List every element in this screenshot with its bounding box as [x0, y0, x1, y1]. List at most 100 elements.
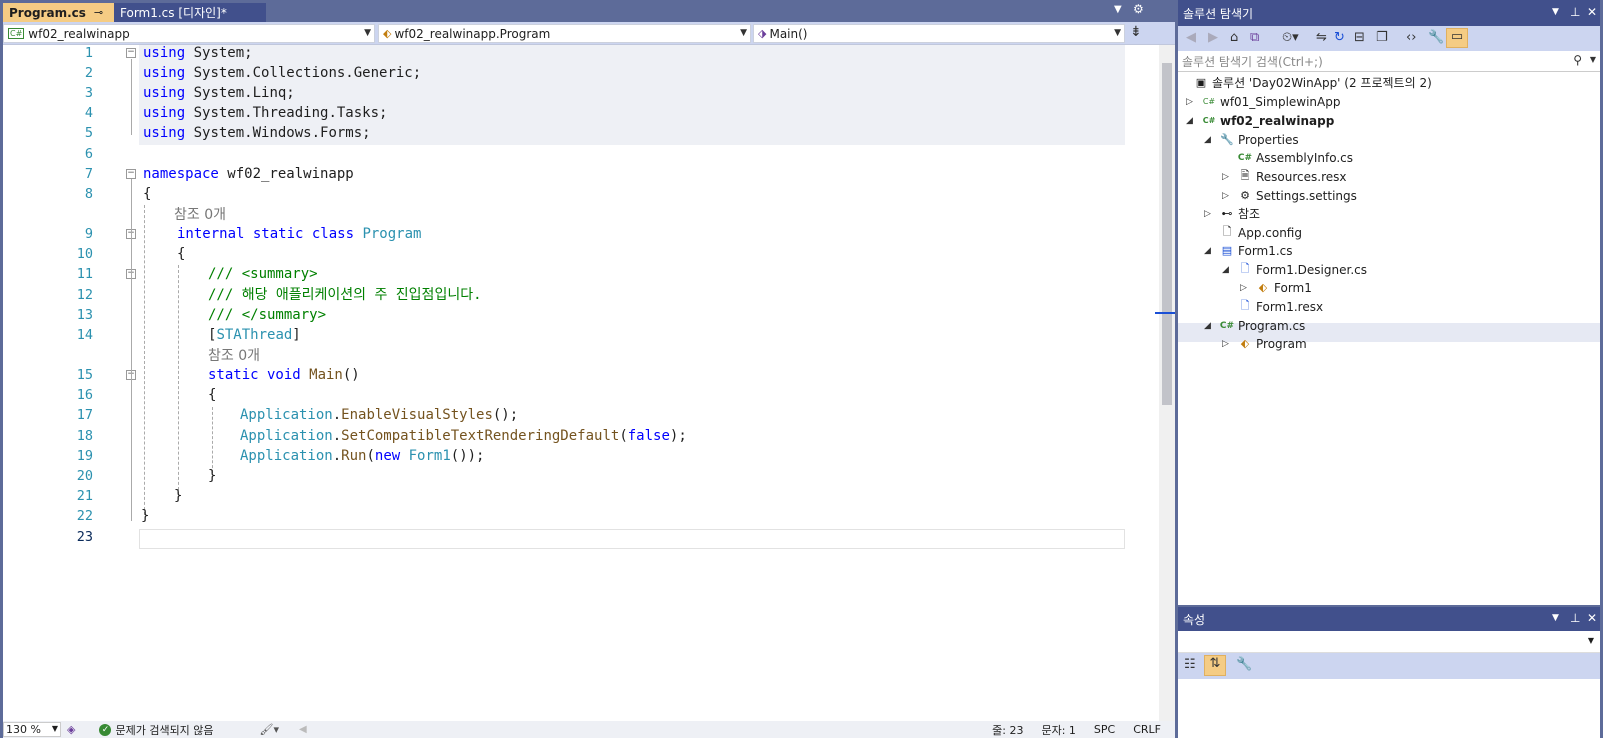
line-indicator[interactable]: 줄: 23: [992, 722, 1023, 738]
tree-item-form1-class[interactable]: ▷ ⬖ Form1: [1240, 278, 1312, 297]
refresh-icon[interactable]: ↻: [1334, 30, 1345, 45]
expand-icon[interactable]: ▷: [1240, 283, 1254, 293]
collapse-icon[interactable]: ◢: [1204, 135, 1218, 145]
wrench-icon[interactable]: 🔧: [1428, 30, 1444, 45]
code-line-17: Application.EnableVisualStyles();: [240, 407, 519, 423]
chevron-down-icon[interactable]: ▼: [1552, 613, 1559, 623]
properties-object-combo[interactable]: ▼: [1178, 631, 1600, 653]
search-icon[interactable]: ⚲: [1573, 53, 1582, 67]
panel-title: 속성: [1183, 612, 1206, 627]
tab-form1-designer[interactable]: Form1.cs [디자인]*: [114, 3, 266, 22]
csharp-file-icon: C#: [1219, 320, 1235, 331]
solution-search-input[interactable]: 솔루션 탐색기 검색(Ctrl+;) ⚲ ▼: [1178, 51, 1600, 72]
tab-label: Program.cs: [9, 5, 86, 20]
scrollbar-thumb[interactable]: [1162, 63, 1172, 405]
gear-icon[interactable]: ⚙: [1133, 2, 1144, 16]
search-placeholder: 솔루션 탐색기 검색(Ctrl+;): [1182, 54, 1323, 69]
collapse-icon[interactable]: ◢: [1204, 246, 1218, 256]
chevron-down-icon: ▼: [51, 724, 58, 733]
issues-status[interactable]: 문제가 검색되지 않음: [115, 722, 213, 738]
cleanup-icon[interactable]: 🖌▾: [260, 723, 280, 736]
reference-count-link[interactable]: 참조 0개: [208, 345, 260, 365]
line-number: 4: [84, 105, 93, 121]
tree-item-wf01[interactable]: ▷ C# wf01_SimplewinApp: [1186, 92, 1340, 111]
line-number: 2: [84, 65, 93, 81]
expand-icon[interactable]: ▷: [1222, 339, 1236, 349]
code-file-icon: 🗋: [1240, 262, 1250, 275]
collapse-all-icon[interactable]: ⊟: [1354, 30, 1365, 45]
tab-program-cs[interactable]: Program.cs ⊸ ✕: [3, 3, 123, 22]
forward-icon[interactable]: ▶: [1208, 30, 1218, 45]
line-ending-indicator[interactable]: CRLF: [1133, 723, 1161, 736]
pin-icon[interactable]: ⊥: [1570, 611, 1580, 625]
project-combo[interactable]: C# wf02_realwinapp ▼: [3, 24, 375, 43]
scroll-left-icon[interactable]: ◀: [299, 724, 307, 735]
line-number: 17: [76, 407, 93, 423]
column-indicator[interactable]: 문자: 1: [1041, 722, 1075, 738]
sync-icon[interactable]: ⇋: [1316, 30, 1327, 45]
line-number: 22: [76, 508, 93, 524]
vertical-scrollbar[interactable]: [1155, 45, 1175, 721]
collapse-icon[interactable]: ◢: [1186, 116, 1200, 126]
categorized-icon[interactable]: ☷: [1184, 657, 1196, 672]
pin-icon[interactable]: ⊥: [1570, 5, 1580, 19]
tree-item-program-cs[interactable]: ◢ C# Program.cs: [1204, 316, 1305, 335]
member-combo[interactable]: ⬗ Main() ▼: [753, 24, 1125, 43]
solution-explorer-title-bar: 솔루션 탐색기 ▼ ⊥ ✕: [1178, 0, 1600, 26]
tree-item-form1-designer[interactable]: ◢ 🗋 Form1.Designer.cs: [1222, 260, 1367, 279]
code-line-18: Application.SetCompatibleTextRenderingDe…: [240, 428, 687, 444]
zoom-combo[interactable]: 130 % ▼: [3, 722, 61, 737]
collapse-icon[interactable]: ◢: [1204, 321, 1218, 331]
line-number: 13: [76, 307, 93, 323]
code-line-9: internal static class Program: [177, 226, 422, 242]
collapse-icon[interactable]: −: [126, 48, 136, 58]
tree-item-properties[interactable]: ◢ 🔧 Properties: [1204, 130, 1299, 149]
close-icon[interactable]: ✕: [1587, 611, 1597, 625]
pending-changes-icon[interactable]: ⏲▾: [1282, 30, 1299, 45]
chevron-down-icon[interactable]: ▼: [1552, 7, 1559, 17]
tree-item-form1-resx[interactable]: 🗋 Form1.resx: [1222, 297, 1324, 316]
whitespace-indicator[interactable]: SPC: [1094, 723, 1115, 736]
tree-item-resources[interactable]: ▷ 🗎 Resources.resx: [1222, 167, 1347, 186]
view-code-icon[interactable]: ‹›: [1406, 30, 1416, 45]
close-icon[interactable]: ✕: [1587, 5, 1597, 19]
expand-icon[interactable]: ▷: [1222, 191, 1236, 201]
home-icon[interactable]: ⌂: [1230, 30, 1238, 45]
split-window-icon[interactable]: ⇟: [1130, 24, 1142, 40]
class-combo[interactable]: ⬖ wf02_realwinapp.Program ▼: [378, 24, 751, 43]
caret-position-marker: [1155, 312, 1175, 314]
copilot-icon[interactable]: ◈: [67, 723, 75, 736]
tree-solution[interactable]: ▣ 솔루션 'Day02WinApp' (2 프로젝트의 2): [1192, 73, 1432, 92]
tree-item-references[interactable]: ▷ ⊷ 참조: [1204, 204, 1260, 223]
back-icon[interactable]: ◀: [1186, 30, 1196, 45]
code-line-11: /// <summary>: [208, 266, 318, 282]
collapse-icon[interactable]: −: [126, 169, 136, 179]
line-number-current: 23: [76, 529, 93, 545]
tree-item-settings[interactable]: ▷ ⚙ Settings.settings: [1222, 186, 1357, 205]
chevron-down-icon[interactable]: ▼: [1590, 55, 1596, 64]
expand-icon[interactable]: ▷: [1204, 209, 1218, 219]
code-line-1: using System;: [143, 45, 253, 61]
collapse-icon[interactable]: ◢: [1222, 265, 1236, 275]
tree-item-program-class[interactable]: ▷ ⬖ Program: [1222, 334, 1307, 353]
pin-icon[interactable]: ⊸: [94, 6, 103, 19]
wrench-icon[interactable]: 🔧: [1236, 657, 1252, 672]
tree-item-app-config[interactable]: 🗋 App.config: [1204, 223, 1302, 242]
alphabetical-icon[interactable]: ⇅: [1204, 655, 1226, 676]
code-line-20: }: [208, 468, 217, 484]
expand-icon[interactable]: ▷: [1186, 97, 1200, 107]
document-tab-bar: Program.cs ⊸ ✕ Form1.cs [디자인]* ▼ ⚙: [0, 0, 1175, 22]
tab-dropdown-icon[interactable]: ▼: [1114, 4, 1122, 15]
switch-views-icon[interactable]: ⧉: [1250, 30, 1259, 45]
tree-item-wf02[interactable]: ◢ C# wf02_realwinapp: [1186, 111, 1334, 130]
class-icon: ⬖: [383, 27, 392, 40]
preview-icon[interactable]: ▭: [1446, 28, 1468, 48]
expand-icon[interactable]: ▷: [1222, 172, 1236, 182]
line-number: 10: [76, 246, 93, 262]
tree-item-assemblyinfo[interactable]: C# AssemblyInfo.cs: [1222, 148, 1353, 167]
tree-item-form1[interactable]: ◢ ▤ Form1.cs: [1204, 241, 1293, 260]
show-all-files-icon[interactable]: ❐: [1376, 30, 1388, 45]
code-line-10: {: [177, 246, 186, 262]
code-editor[interactable]: 1 2 3 4 5 6 7 8 9 10 11 12 13 14 15 16 1…: [3, 45, 1175, 721]
reference-count-link[interactable]: 참조 0개: [174, 204, 226, 224]
